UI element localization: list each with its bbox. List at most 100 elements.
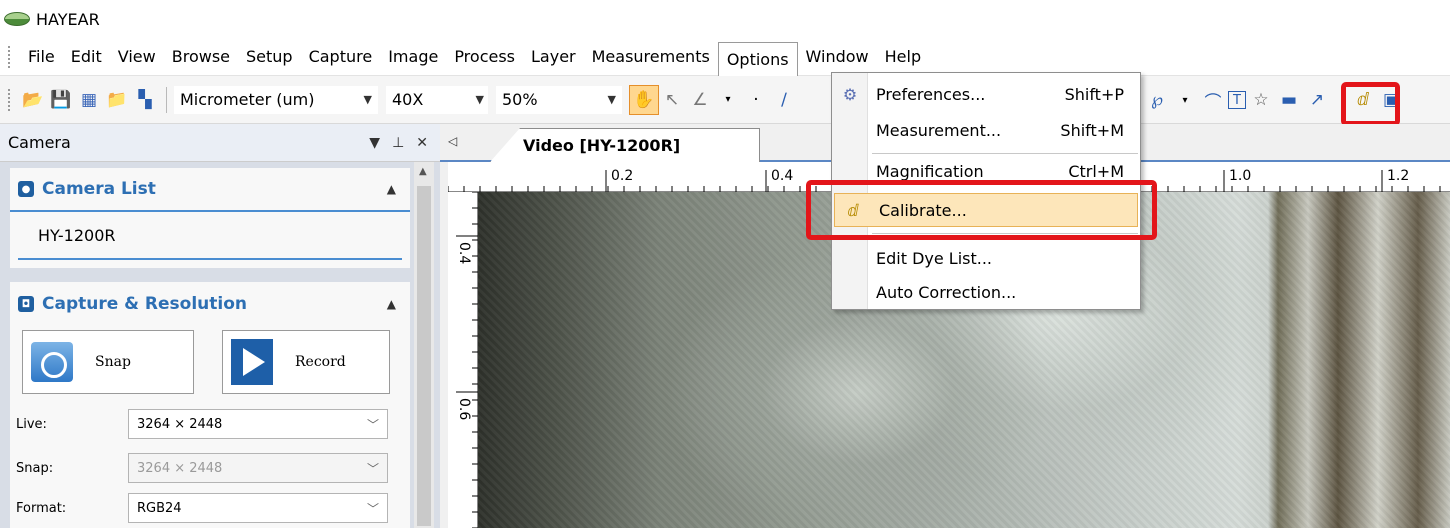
menubar-grip[interactable]	[8, 45, 12, 68]
toolbar-separator	[166, 86, 167, 113]
menu-item-label: Magnification	[876, 162, 984, 181]
dropdown-arrow-icon[interactable]: ▾	[715, 87, 741, 113]
menu-item-label: Preferences...	[876, 84, 986, 104]
line-tool-icon[interactable]: ∕	[771, 87, 797, 113]
browse-folder-icon[interactable]: 📁	[104, 87, 130, 113]
camera-list-item[interactable]: HY-1200R	[18, 212, 402, 260]
format-select[interactable]: RGB24 ﹀	[128, 493, 388, 523]
menu-item-magnification[interactable]: Magnification Ctrl+M	[832, 157, 1140, 181]
ruler-h-label: 0.2	[611, 168, 634, 184]
menu-setup[interactable]: Setup	[238, 41, 301, 73]
app-logo-icon	[4, 12, 30, 26]
menu-help[interactable]: Help	[877, 41, 929, 73]
menu-item-auto-correction[interactable]: Auto Correction...	[832, 275, 1140, 309]
menu-options[interactable]: Options	[717, 41, 798, 76]
magnification-select[interactable]: 40X ▼	[385, 84, 489, 115]
select-arrow-icon[interactable]: ↖	[659, 87, 685, 113]
menu-item-edit-dye-list[interactable]: Edit Dye List...	[832, 241, 1140, 275]
menu-separator	[872, 153, 1138, 154]
ruler-v-label: 0.6	[456, 398, 472, 421]
pin-icon[interactable]: ⊥	[392, 135, 404, 151]
save-icon[interactable]: 💾	[48, 87, 74, 113]
chevron-down-icon: ﹀	[366, 501, 379, 516]
scroll-up-icon[interactable]: ▲	[419, 166, 427, 177]
app-title: HAYEAR	[36, 9, 100, 29]
snap-resolution-value: 3264 × 2448	[137, 460, 223, 476]
scrollbar-thumb[interactable]	[417, 186, 431, 526]
snap-camera-icon	[31, 342, 73, 382]
snap-resolution-select[interactable]: 3264 × 2448 ﹀	[128, 453, 388, 483]
pan-hand-button[interactable]: ✋	[629, 84, 659, 115]
record-button-label: Record	[295, 354, 346, 370]
collapse-icon[interactable]: ▲	[387, 182, 396, 196]
ruler-h-label: 1.0	[1229, 168, 1252, 184]
text-tool-icon[interactable]: T	[1228, 91, 1246, 109]
menu-window[interactable]: Window	[798, 41, 877, 73]
unit-select[interactable]: Micrometer (um) ▼	[173, 84, 379, 115]
snap-button-label: Snap	[95, 354, 131, 370]
live-resolution-select[interactable]: 3264 × 2448 ﹀	[128, 409, 388, 439]
tab-scroll-left-icon[interactable]: ◁	[448, 134, 457, 148]
menu-item-label: Auto Correction...	[876, 282, 1017, 302]
angle-tool-icon[interactable]: ∠	[687, 87, 713, 113]
menu-item-shortcut: Shift+P	[1064, 84, 1124, 104]
camera-list-header[interactable]: ● Camera List ▲	[10, 168, 410, 212]
menu-item-label: Measurement...	[876, 120, 1002, 140]
chevron-down-icon: ﹀	[366, 417, 379, 432]
zoom-select-value: 50%	[502, 90, 538, 109]
camera-panel-title: Camera	[8, 133, 71, 152]
collapse-icon[interactable]: ▲	[387, 297, 396, 311]
live-resolution-value: 3264 × 2448	[137, 416, 223, 432]
chevron-down-icon: ▼	[475, 93, 484, 106]
snap-resolution-row: Snap: 3264 × 2448 ﹀	[10, 448, 410, 488]
polyline-tool-icon[interactable]: ℘	[1144, 87, 1170, 113]
menu-item-preferences[interactable]: ⚙ Preferences... Shift+P	[832, 77, 1140, 111]
record-button[interactable]: Record	[222, 330, 390, 394]
format-row: Format: RGB24 ﹀	[10, 488, 410, 528]
open-folder-icon[interactable]: 📂	[20, 87, 46, 113]
capture-resolution-title: Capture & Resolution	[42, 294, 248, 314]
tab-video[interactable]: Video [HY-1200R]	[490, 128, 760, 162]
format-label: Format:	[16, 500, 67, 516]
menu-file[interactable]: File	[20, 41, 63, 73]
point-tool-icon[interactable]: ·	[743, 87, 769, 113]
menu-edit[interactable]: Edit	[63, 41, 110, 73]
chevron-down-icon: ▼	[363, 93, 372, 106]
star-icon[interactable]: ☆	[1248, 87, 1274, 113]
camera-icon: ●	[18, 181, 34, 197]
calibrate-toolbar-highlight	[1341, 82, 1400, 126]
menu-view[interactable]: View	[110, 41, 164, 73]
chevron-down-icon: ▼	[607, 93, 616, 106]
snap-button[interactable]: Snap	[22, 330, 194, 394]
menu-item-label: Edit Dye List...	[876, 248, 993, 268]
grid-view-icon[interactable]: ▚	[132, 87, 158, 113]
toolbar-grip[interactable]	[8, 88, 12, 111]
camera-name: HY-1200R	[38, 225, 116, 245]
menu-item-measurement[interactable]: Measurement... Shift+M	[832, 113, 1140, 147]
hand-icon: ✋	[633, 89, 655, 110]
zoom-select[interactable]: 50% ▼	[495, 84, 623, 115]
dropdown-arrow-icon[interactable]: ▾	[1172, 87, 1198, 113]
menu-measurements[interactable]: Measurements	[584, 41, 718, 73]
scale-bar-icon[interactable]: ▬	[1276, 87, 1302, 113]
camera-list-group: ● Camera List ▲ HY-1200R	[10, 168, 410, 268]
panel-scrollbar[interactable]: ▲	[414, 162, 434, 528]
menu-capture[interactable]: Capture	[301, 41, 381, 73]
calibrate-menu-highlight	[806, 180, 1157, 240]
capture-resolution-header[interactable]: ◘ Capture & Resolution ▲	[10, 282, 410, 326]
panel-menu-icon[interactable]: ▼	[369, 135, 380, 151]
menu-item-shortcut: Ctrl+M	[1068, 162, 1124, 181]
title-bar: HAYEAR	[0, 0, 1450, 38]
menu-image[interactable]: Image	[380, 41, 446, 73]
menu-item-shortcut: Shift+M	[1060, 120, 1124, 140]
format-value: RGB24	[137, 500, 182, 516]
menu-layer[interactable]: Layer	[523, 41, 584, 73]
arc-tool-icon[interactable]: ⌒	[1200, 87, 1226, 113]
arrow-tool-icon[interactable]: ↗	[1304, 87, 1330, 113]
chevron-down-icon: ﹀	[366, 461, 379, 476]
close-icon[interactable]: ✕	[416, 135, 428, 151]
ruler-h-label: 1.2	[1387, 168, 1410, 184]
menu-process[interactable]: Process	[446, 41, 523, 73]
save-as-icon[interactable]: ▦	[76, 87, 102, 113]
menu-browse[interactable]: Browse	[164, 41, 238, 73]
